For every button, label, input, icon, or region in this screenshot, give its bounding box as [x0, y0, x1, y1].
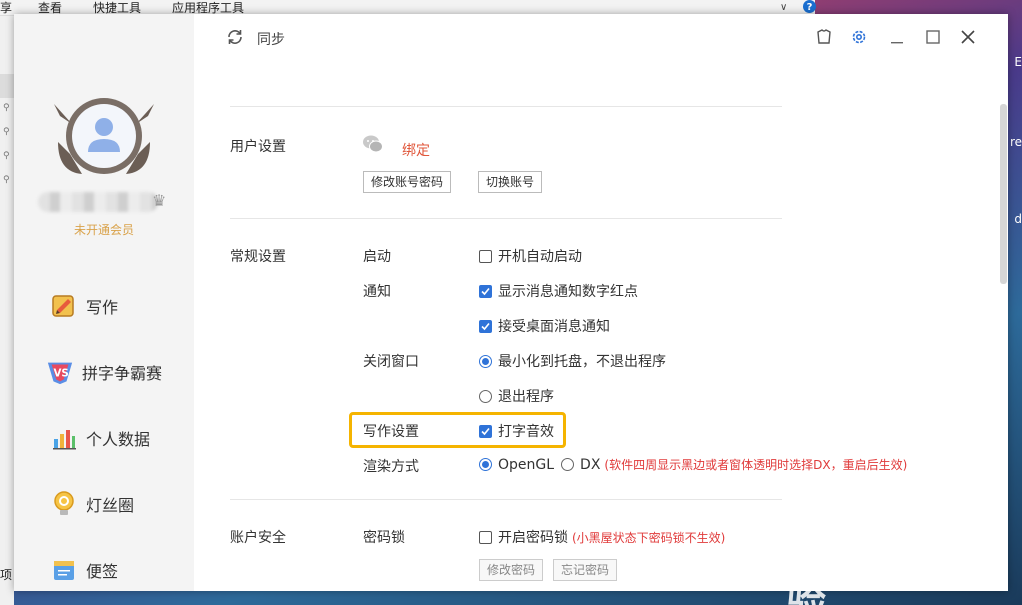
render-opengl-label[interactable]: OpenGL: [498, 457, 554, 473]
vs-icon: VS: [46, 358, 74, 386]
render-dx-radio[interactable]: [561, 458, 575, 471]
nav-item-label: 便签: [86, 562, 119, 581]
explorer-item-text: 项: [0, 568, 13, 582]
help-icon[interactable]: ?: [803, 0, 816, 13]
nav-item-writing[interactable]: 写作: [50, 290, 118, 322]
check-icon[interactable]: [479, 319, 492, 333]
password-lock-note: (小黑屋状态下密码锁不生效): [572, 530, 726, 545]
render-note: (软件四周显示黑边或者窗体透明时选择DX，重启后生效): [604, 458, 908, 472]
vip-status[interactable]: 未开通会员: [14, 221, 194, 238]
close-window-label: 关闭窗口: [363, 354, 419, 370]
divider: [230, 218, 782, 219]
checkbox-unchecked[interactable]: [479, 249, 492, 263]
crown-icon[interactable]: ♛: [152, 191, 166, 210]
pin-icon: ⚲: [3, 103, 10, 113]
background-window-edge: E re d: [1008, 0, 1022, 605]
radio-unselected[interactable]: [479, 389, 492, 403]
switch-account-button[interactable]: 切换账号: [478, 171, 543, 193]
maximize-icon[interactable]: [922, 26, 944, 48]
section-title-user: 用户设置: [230, 139, 286, 155]
writing-settings-label: 写作设置: [363, 424, 419, 440]
check-icon[interactable]: [479, 284, 492, 298]
notify-red-dot-checkbox[interactable]: 显示消息通知数字红点: [479, 281, 638, 301]
nav-item-personal-data[interactable]: 个人数据: [50, 422, 150, 454]
nav-item-label: 拼字争霸赛: [82, 364, 163, 383]
explorer-navigation-pane: ⚲ ⚲ ⚲ ⚲ 项: [0, 16, 14, 605]
startup-label: 启动: [363, 249, 391, 265]
close-minimize-radio[interactable]: 最小化到托盘，不退出程序: [479, 351, 666, 371]
render-mode-options: OpenGL DX (软件四周显示黑边或者窗体透明时选择DX，重启后生效): [479, 456, 907, 473]
nav-item-label: 灯丝圈: [86, 496, 135, 515]
change-account-password-button[interactable]: 修改账号密码: [363, 171, 452, 193]
sidebar: ♛ 未开通会员 写作 VS 拼字争霸赛 个人数据 灯丝圈 便签: [14, 14, 194, 591]
check-icon[interactable]: [479, 424, 492, 438]
writing-icon: [50, 292, 78, 320]
forgot-password-button[interactable]: 忘记密码: [553, 559, 618, 581]
password-lock-checkbox[interactable]: 开启密码锁 (小黑屋状态下密码锁不生效): [479, 527, 725, 547]
note-icon: [50, 556, 78, 584]
explorer-selected-item[interactable]: [0, 74, 14, 98]
nav-item-label: 写作: [86, 298, 119, 317]
nav-item-filament-circle[interactable]: 灯丝圈: [50, 488, 134, 520]
pin-icon: ⚲: [3, 175, 10, 185]
close-icon[interactable]: [957, 26, 979, 48]
explorer-menu-share[interactable]: 享: [0, 0, 12, 16]
gear-icon[interactable]: [848, 26, 870, 48]
typing-sound-checkbox[interactable]: 打字音效: [479, 421, 554, 441]
modify-password-button[interactable]: 修改密码: [479, 559, 544, 581]
wechat-icon: [362, 134, 384, 156]
section-title-security: 账户安全: [230, 530, 286, 546]
chart-icon: [50, 424, 78, 452]
watermark-logo: Baidu经验: [786, 522, 949, 605]
edge-text: E: [1014, 55, 1022, 69]
edge-text: d: [1014, 212, 1022, 226]
notify-desktop-checkbox[interactable]: 接受桌面消息通知: [479, 316, 610, 336]
bind-link[interactable]: 绑定: [402, 140, 430, 160]
pin-icon: ⚲: [3, 127, 10, 137]
skin-icon[interactable]: [813, 26, 835, 48]
nav-item-word-battle[interactable]: VS 拼字争霸赛: [46, 356, 162, 388]
divider: [230, 499, 782, 500]
watermark: Baidu经验 jingyan.baidu.com: [780, 500, 980, 605]
sync-label[interactable]: 同步: [257, 29, 285, 49]
render-dx-label[interactable]: DX: [580, 457, 600, 473]
minimize-icon[interactable]: [886, 26, 908, 48]
svg-text:VS: VS: [53, 368, 68, 380]
watermark-url: jingyan.baidu.com: [786, 562, 916, 578]
startup-checkbox[interactable]: 开机自动启动: [479, 246, 582, 266]
avatar[interactable]: [52, 94, 156, 180]
nav-item-label: 个人数据: [86, 430, 151, 449]
section-title-general: 常规设置: [230, 249, 286, 265]
divider: [230, 106, 782, 107]
radio-selected[interactable]: [479, 354, 492, 368]
bulb-icon: [50, 490, 78, 518]
sync-icon[interactable]: [226, 28, 244, 46]
password-lock-label: 密码锁: [363, 530, 405, 546]
render-opengl-radio[interactable]: [479, 458, 492, 471]
render-mode-label: 渲染方式: [363, 459, 419, 475]
scrollbar[interactable]: [1000, 104, 1007, 284]
pin-icon: ⚲: [3, 151, 10, 161]
edge-text: re: [1009, 135, 1022, 149]
username-blurred: [38, 192, 158, 212]
close-exit-radio[interactable]: 退出程序: [479, 386, 554, 406]
notify-label: 通知: [363, 284, 391, 300]
checkbox-unchecked[interactable]: [479, 530, 492, 544]
nav-item-notes[interactable]: 便签: [50, 554, 118, 586]
